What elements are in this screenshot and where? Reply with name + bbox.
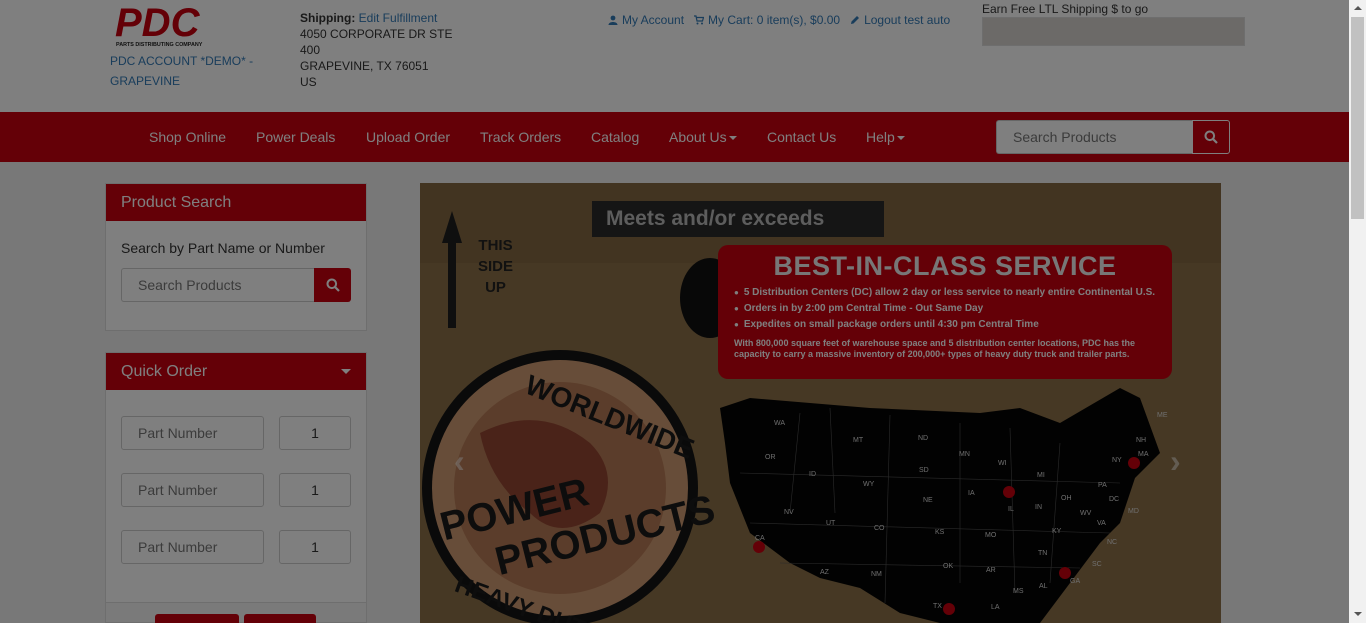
modal-backdrop-overlay[interactable] bbox=[0, 0, 1349, 623]
scroll-down-icon[interactable] bbox=[1354, 612, 1362, 616]
scrollbar-thumb[interactable] bbox=[1351, 17, 1364, 219]
scroll-up-icon[interactable] bbox=[1354, 6, 1362, 10]
page-scrollbar[interactable] bbox=[1349, 0, 1366, 623]
